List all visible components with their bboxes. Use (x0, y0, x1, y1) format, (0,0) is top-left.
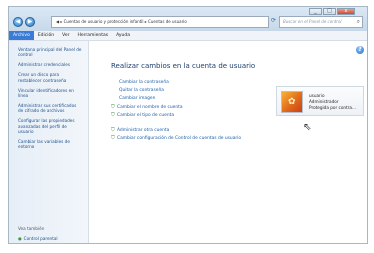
control-panel-window: _ □ x ◀ ▶ ◀ ▸ Cuentas de usuario y prote… (8, 6, 368, 244)
title-bar: _ □ x ◀ ▶ ◀ ▸ Cuentas de usuario y prote… (9, 7, 367, 31)
forward-button[interactable]: ▶ (25, 17, 35, 27)
menu-item-herramientas[interactable]: Herramientas (73, 31, 112, 40)
sidebar: Ventana principal del Panel de control A… (9, 41, 89, 243)
sidebar-item-home[interactable]: Ventana principal del Panel de control (18, 47, 82, 58)
parental-control-label: Control parental (23, 236, 58, 241)
account-name: usuario (309, 93, 325, 98)
change-picture-link[interactable]: Cambiar imagen (119, 96, 155, 101)
page-title: Realizar cambios en la cuenta de usuario (111, 62, 256, 70)
menu-item-ayuda[interactable]: Ayuda (112, 31, 134, 40)
address-bar[interactable]: ◀ ▸ Cuentas de usuario y protección infa… (51, 16, 269, 28)
change-password-link[interactable]: Cambiar la contraseña (119, 80, 169, 85)
help-icon[interactable]: ? (356, 46, 364, 54)
sidebar-item-parental-control[interactable]: ● Control parental (18, 236, 58, 241)
menu-item-edicion[interactable]: Edición (34, 31, 58, 40)
change-name-label: Cambiar el nombre de cuenta (117, 105, 183, 110)
account-status: Protegida por contra... (309, 105, 356, 110)
maximize-button[interactable]: □ (323, 8, 336, 15)
menu-item-ver[interactable]: Ver (58, 31, 73, 40)
sidebar-item-profile[interactable]: Configurar las propiedades avanzadas del… (18, 118, 82, 134)
menu-item-archivo[interactable]: Archivo (9, 31, 34, 40)
sidebar-item-credentials[interactable]: Administrar credenciales (18, 62, 82, 67)
change-type-label: Cambiar el tipo de cuenta (117, 113, 175, 118)
close-button[interactable]: x (337, 8, 355, 15)
uac-settings-link[interactable]: ⛉ Cambiar configuración de Control de cue… (111, 135, 241, 141)
sidebar-item-certificates[interactable]: Administrar sus certificados de cifrado … (18, 103, 82, 114)
account-role: Administrador (309, 99, 339, 104)
search-placeholder: Buscar en el Panel de control (283, 19, 342, 24)
manage-other-account-label: Administrar otra cuenta (117, 128, 170, 133)
uac-settings-label: Cambiar configuración de Control de cuen… (117, 136, 242, 141)
arrow-right-icon: ▶ (27, 18, 33, 25)
see-also-label: Vea también (18, 226, 45, 231)
refresh-icon[interactable]: ⟳ (271, 17, 276, 24)
arrow-left-icon: ◀ (15, 18, 21, 25)
avatar: ✿ (281, 91, 303, 113)
menu-bar: Archivo Edición Ver Herramientas Ayuda (9, 31, 367, 41)
sidebar-item-reset-disk[interactable]: Crear un disco para restablecer contrase… (18, 72, 82, 83)
sidebar-item-env-vars[interactable]: Cambiar las variables de entorno (18, 139, 82, 150)
manage-other-account-link[interactable]: ⛉ Administrar otra cuenta (111, 127, 169, 133)
search-icon: ⌕ (356, 18, 360, 25)
change-name-link[interactable]: ⛉ Cambiar el nombre de cuenta (111, 104, 183, 110)
remove-password-link[interactable]: Quitar la contraseña (119, 88, 164, 93)
parental-control-icon: ● (18, 236, 22, 241)
search-input[interactable]: Buscar en el Panel de control ⌕ (279, 16, 363, 28)
main-content: ? Realizar cambios en la cuenta de usuar… (89, 41, 367, 243)
back-button[interactable]: ◀ (13, 17, 23, 27)
minimize-button[interactable]: _ (309, 8, 322, 15)
sidebar-item-online-ids[interactable]: Vincular identificadores en línea (18, 88, 82, 99)
mouse-cursor-icon: ⇖ (303, 122, 312, 133)
change-type-link[interactable]: ⛉ Cambiar el tipo de cuenta (111, 112, 174, 118)
account-card: ✿ usuario Administrador Protegida por co… (276, 86, 364, 116)
flower-icon: ✿ (288, 97, 296, 107)
